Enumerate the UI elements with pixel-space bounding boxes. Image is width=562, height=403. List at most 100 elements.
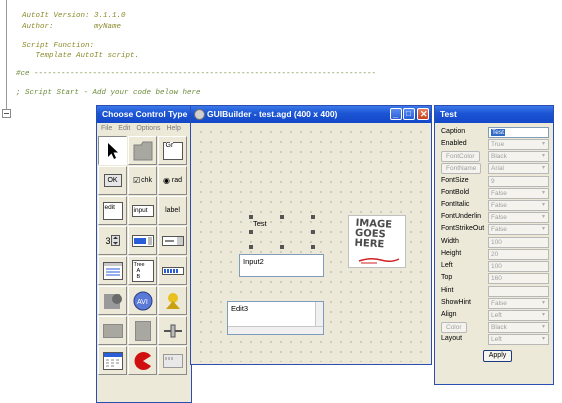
chevron-down-icon[interactable]: ▾ bbox=[539, 189, 548, 198]
edit3-control[interactable]: Edit3 bbox=[227, 301, 324, 335]
property-select[interactable]: False ▾ bbox=[488, 200, 549, 211]
maximize-button[interactable]: □ bbox=[403, 108, 415, 120]
property-select[interactable]: Black ▾ bbox=[488, 322, 549, 333]
code-line-template[interactable]: Template AutoIt script. bbox=[22, 52, 140, 60]
code-line-ce[interactable]: #ce ------------------------------------… bbox=[16, 70, 376, 78]
menu-file[interactable]: File bbox=[101, 123, 112, 135]
resize-handle[interactable] bbox=[311, 230, 315, 234]
input-control-button[interactable]: input bbox=[128, 196, 157, 225]
property-select[interactable]: False ▾ bbox=[488, 212, 549, 223]
property-value: 160 bbox=[491, 275, 502, 282]
property-button[interactable]: FontName bbox=[441, 163, 482, 174]
chevron-down-icon[interactable]: ▾ bbox=[539, 164, 548, 173]
code-line-start[interactable]: ; Script Start - Add your code below her… bbox=[16, 89, 201, 97]
menu-edit[interactable]: Edit bbox=[118, 123, 130, 135]
progress-control-button[interactable] bbox=[158, 256, 187, 285]
tab-control-button[interactable] bbox=[128, 136, 157, 165]
icon-control-button[interactable] bbox=[98, 286, 127, 315]
label-test-control[interactable]: Test bbox=[253, 219, 267, 228]
slider-control-button[interactable] bbox=[158, 316, 187, 345]
calendar-control-button[interactable] bbox=[98, 346, 127, 375]
pic-control-button[interactable] bbox=[158, 286, 187, 315]
property-select[interactable]: Black ▾ bbox=[488, 151, 549, 162]
chevron-down-icon[interactable]: ▾ bbox=[539, 140, 548, 149]
listview-control-button[interactable] bbox=[98, 256, 127, 285]
edit3-vertical-scrollbar[interactable] bbox=[315, 302, 323, 326]
chevron-down-icon[interactable]: ▾ bbox=[539, 323, 548, 332]
properties-titlebar[interactable]: Test bbox=[435, 106, 553, 123]
label-control-button[interactable]: label bbox=[158, 196, 187, 225]
code-line-author[interactable]: Author: myName bbox=[22, 23, 121, 31]
guibuilder-window: GUIBuilder - test.agd (400 x 400) _ □ ✕ … bbox=[190, 105, 432, 365]
resize-handle[interactable] bbox=[249, 230, 253, 234]
radio-control-button[interactable]: ◉ rad bbox=[158, 166, 187, 195]
resize-handle[interactable] bbox=[311, 245, 315, 249]
edit-control-button[interactable]: edit bbox=[98, 196, 127, 225]
property-value: 100 bbox=[491, 239, 502, 246]
resize-handle[interactable] bbox=[280, 215, 284, 219]
property-name: FontStrikeOut bbox=[441, 225, 485, 232]
property-select[interactable]: False ▾ bbox=[488, 298, 549, 309]
property-button[interactable]: FontColor bbox=[441, 151, 480, 162]
guibuilder-titlebar[interactable]: GUIBuilder - test.agd (400 x 400) _ □ ✕ bbox=[191, 106, 431, 123]
property-button[interactable]: Color bbox=[441, 322, 467, 333]
property-name: Top bbox=[441, 274, 453, 281]
treeview-control-button[interactable]: Tree A B bbox=[128, 256, 157, 285]
close-button[interactable]: ✕ bbox=[417, 108, 429, 120]
updown-control-button[interactable]: 3 bbox=[98, 226, 127, 255]
group-control-button[interactable]: Gr bbox=[158, 136, 187, 165]
property-input[interactable]: 20 bbox=[488, 249, 549, 260]
property-value: Test bbox=[491, 129, 505, 136]
property-input[interactable]: 9 bbox=[488, 176, 549, 187]
property-input[interactable] bbox=[488, 286, 549, 297]
graphic-control-button[interactable] bbox=[98, 316, 127, 345]
pacman-control-button[interactable] bbox=[128, 346, 157, 375]
property-select[interactable]: False ▾ bbox=[488, 224, 549, 235]
pointer-tool-button[interactable] bbox=[98, 136, 127, 165]
property-select[interactable]: True ▾ bbox=[488, 139, 549, 150]
design-canvas[interactable]: Test Input2 Edit3 IMAGE GOES HERE bbox=[193, 124, 429, 362]
property-row: FontUnderlin False ▾ bbox=[441, 212, 549, 224]
bitmap-control-button[interactable] bbox=[128, 316, 157, 345]
property-input[interactable]: 100 bbox=[488, 261, 549, 272]
combo-control-button[interactable] bbox=[158, 226, 187, 255]
date-control-button[interactable] bbox=[128, 226, 157, 255]
chevron-down-icon[interactable]: ▾ bbox=[539, 299, 548, 308]
menu-options[interactable]: Options bbox=[136, 123, 160, 135]
property-select[interactable]: Arial ▾ bbox=[488, 163, 549, 174]
code-line-version[interactable]: AutoIt Version: 3.1.1.0 bbox=[22, 12, 126, 20]
edit3-horizontal-scrollbar[interactable] bbox=[228, 326, 323, 334]
property-select[interactable]: Left ▾ bbox=[488, 310, 549, 321]
updown-icon: 3 bbox=[105, 235, 120, 246]
chevron-down-icon[interactable]: ▾ bbox=[539, 311, 548, 320]
fold-toggle-icon[interactable] bbox=[2, 109, 11, 118]
image-text-line: HERE bbox=[354, 237, 385, 251]
menu-help[interactable]: Help bbox=[166, 123, 180, 135]
apply-button[interactable]: Apply bbox=[483, 350, 512, 362]
checkbox-control-button[interactable]: ☑ chk bbox=[128, 166, 157, 195]
image-placeholder-control[interactable]: IMAGE GOES HERE bbox=[348, 215, 406, 268]
resize-handle[interactable] bbox=[280, 245, 284, 249]
minimize-button[interactable]: _ bbox=[390, 108, 402, 120]
app-icon bbox=[194, 109, 205, 120]
property-select[interactable]: Left ▾ bbox=[488, 334, 549, 345]
avi-control-button[interactable]: AVI bbox=[128, 286, 157, 315]
group-box-icon: Gr bbox=[162, 141, 183, 160]
property-select[interactable]: False ▾ bbox=[488, 188, 549, 199]
chevron-down-icon[interactable]: ▾ bbox=[539, 152, 548, 161]
input2-control[interactable]: Input2 bbox=[239, 254, 324, 277]
chevron-down-icon[interactable]: ▾ bbox=[539, 225, 548, 234]
chevron-down-icon[interactable]: ▾ bbox=[539, 335, 548, 344]
code-line-function[interactable]: Script Function: bbox=[22, 42, 94, 50]
chevron-down-icon[interactable]: ▾ bbox=[539, 201, 548, 210]
edit-icon-label: edit bbox=[104, 203, 115, 211]
statusbar-control-button[interactable] bbox=[158, 346, 187, 375]
chevron-down-icon[interactable]: ▾ bbox=[539, 213, 548, 222]
palette-titlebar[interactable]: Choose Control Type bbox=[97, 106, 191, 123]
resize-handle[interactable] bbox=[249, 245, 253, 249]
property-input[interactable]: 160 bbox=[488, 273, 549, 284]
property-input[interactable]: Test bbox=[488, 127, 549, 138]
button-control-button[interactable]: OK bbox=[98, 166, 127, 195]
property-input[interactable]: 100 bbox=[488, 237, 549, 248]
resize-handle[interactable] bbox=[311, 215, 315, 219]
